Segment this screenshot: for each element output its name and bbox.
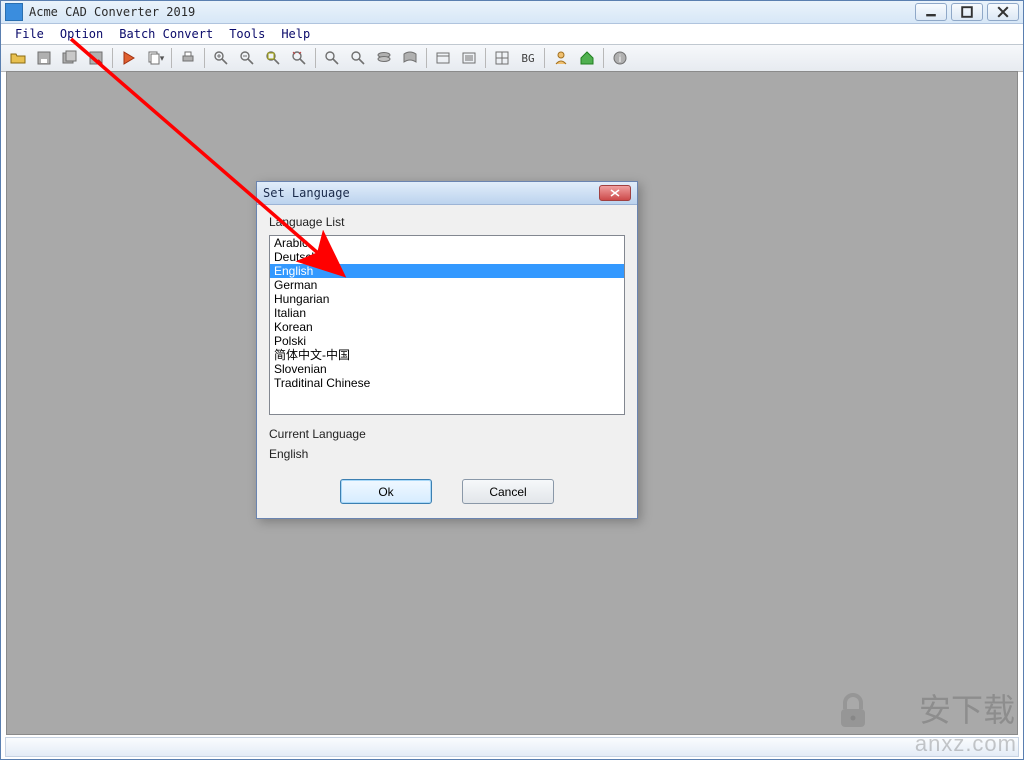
language-item[interactable]: Polski — [270, 334, 624, 348]
dialog-body: Language List ArabicDeutschEnglishGerman… — [257, 205, 637, 518]
view-icon — [402, 50, 418, 66]
language-item[interactable]: Korean — [270, 320, 624, 334]
close-button[interactable] — [987, 3, 1019, 21]
language-item[interactable]: Slovenian — [270, 362, 624, 376]
window-controls — [915, 3, 1019, 21]
svg-text:i: i — [619, 54, 621, 65]
print-icon — [180, 50, 196, 66]
language-item[interactable]: Italian — [270, 306, 624, 320]
info-icon: i — [612, 50, 628, 66]
tb-saveas[interactable] — [84, 46, 108, 70]
maximize-button[interactable] — [951, 3, 983, 21]
tb-zoomout[interactable] — [235, 46, 259, 70]
grid-icon — [494, 50, 510, 66]
app-title: Acme CAD Converter 2019 — [29, 5, 195, 19]
dialog-titlebar[interactable]: Set Language — [257, 182, 637, 205]
menu-file[interactable]: File — [7, 25, 52, 43]
language-item[interactable]: Traditinal Chinese — [270, 376, 624, 390]
tb-list[interactable] — [457, 46, 481, 70]
tb-home[interactable] — [575, 46, 599, 70]
menu-option[interactable]: Option — [52, 25, 111, 43]
tb-info[interactable]: i — [608, 46, 632, 70]
language-item[interactable]: Arabic — [270, 236, 624, 250]
tb-layer[interactable] — [372, 46, 396, 70]
ok-button[interactable]: Ok — [340, 479, 432, 504]
tb-grid[interactable] — [490, 46, 514, 70]
tb-zoomext[interactable] — [287, 46, 311, 70]
zoomprev-icon — [324, 50, 340, 66]
tb-zoomwin[interactable] — [261, 46, 285, 70]
tb-layout[interactable] — [431, 46, 455, 70]
zoomout-icon — [239, 50, 255, 66]
layout-icon — [435, 50, 451, 66]
language-item[interactable]: Deutsch — [270, 250, 624, 264]
zoomwin-icon — [265, 50, 281, 66]
tb-user[interactable] — [549, 46, 573, 70]
set-language-dialog: Set Language Language List ArabicDeutsch… — [256, 181, 638, 519]
tb-zoomin[interactable] — [209, 46, 233, 70]
list-icon — [461, 50, 477, 66]
tb-zoomprev[interactable] — [320, 46, 344, 70]
maximize-icon — [959, 4, 975, 20]
toolbar-separator — [485, 48, 486, 68]
app-icon — [5, 3, 23, 21]
current-language-value: English — [269, 447, 625, 461]
current-language-label: Current Language — [269, 427, 625, 441]
language-item[interactable]: English — [270, 264, 624, 278]
menu-help[interactable]: Help — [273, 25, 318, 43]
bg-label: BG — [521, 52, 534, 65]
statusbar — [5, 737, 1019, 757]
layer-icon — [376, 50, 392, 66]
menu-batch-convert[interactable]: Batch Convert — [111, 25, 221, 43]
main-window: Acme CAD Converter 2019 File Option Batc… — [0, 0, 1024, 760]
language-item[interactable]: Hungarian — [270, 292, 624, 306]
toolbar-separator — [112, 48, 113, 68]
tb-save[interactable] — [32, 46, 56, 70]
minimize-button[interactable] — [915, 3, 947, 21]
dialog-button-row: Ok Cancel — [269, 479, 625, 504]
zoomin-icon — [213, 50, 229, 66]
user-icon — [553, 50, 569, 66]
titlebar: Acme CAD Converter 2019 — [1, 1, 1023, 24]
language-list-label: Language List — [269, 215, 625, 229]
toolbar-separator — [171, 48, 172, 68]
tb-copy[interactable]: ▾ — [143, 46, 167, 70]
dialog-title: Set Language — [263, 186, 350, 200]
menubar: File Option Batch Convert Tools Help — [1, 24, 1023, 45]
dialog-close-button[interactable] — [599, 185, 631, 201]
tb-bg[interactable]: BG — [516, 46, 540, 70]
tb-saveall[interactable] — [58, 46, 82, 70]
menu-tools[interactable]: Tools — [221, 25, 273, 43]
pan-icon — [350, 50, 366, 66]
toolbar-separator — [204, 48, 205, 68]
tb-view[interactable] — [398, 46, 422, 70]
tb-open[interactable] — [6, 46, 30, 70]
zoomext-icon — [291, 50, 307, 66]
toolbar-separator — [603, 48, 604, 68]
toolbar: ▾ BG i — [1, 45, 1023, 72]
cancel-button[interactable]: Cancel — [462, 479, 554, 504]
language-listbox[interactable]: ArabicDeutschEnglishGermanHungarianItali… — [269, 235, 625, 415]
exec-icon — [121, 50, 137, 66]
save-icon — [36, 50, 52, 66]
copy-icon — [146, 50, 162, 66]
close-icon — [610, 189, 620, 197]
language-item[interactable]: 简体中文-中国 — [270, 348, 624, 362]
tb-print[interactable] — [176, 46, 200, 70]
saveas-icon — [88, 50, 104, 66]
close-icon — [995, 4, 1011, 20]
tb-pan[interactable] — [346, 46, 370, 70]
toolbar-separator — [426, 48, 427, 68]
home-icon — [579, 50, 595, 66]
language-item[interactable]: German — [270, 278, 624, 292]
saveall-icon — [62, 50, 78, 66]
toolbar-separator — [315, 48, 316, 68]
minimize-icon — [923, 4, 939, 20]
tb-exec[interactable] — [117, 46, 141, 70]
toolbar-separator — [544, 48, 545, 68]
open-icon — [10, 50, 26, 66]
